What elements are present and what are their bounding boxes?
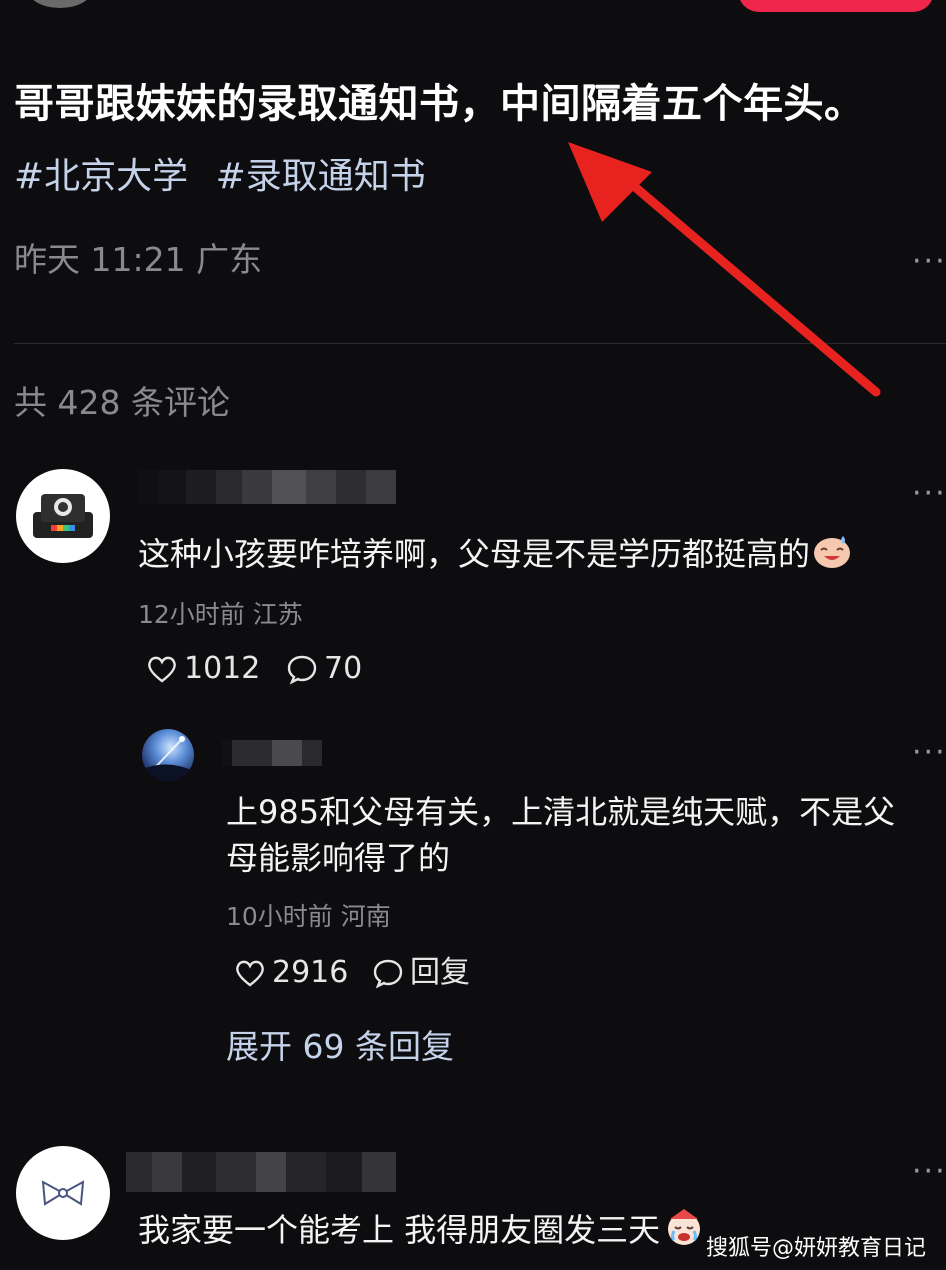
- post-title: 哥哥跟妹妹的录取通知书，中间隔着五个年头。: [14, 81, 865, 127]
- comment-bubble-icon: [373, 959, 403, 989]
- reply-button[interactable]: 70: [286, 649, 362, 689]
- reply-like-count: 2916: [272, 955, 349, 990]
- comment-text-content: 这种小孩要咋培养啊，父母是不是学历都挺高的: [138, 535, 811, 573]
- reply-to-reply-button[interactable]: 回复: [372, 953, 470, 993]
- commenter-avatar-2[interactable]: [16, 1146, 110, 1240]
- hashtag-admission-letter[interactable]: #录取通知书: [216, 156, 426, 197]
- comment-bubble-icon: [287, 655, 317, 685]
- like-count: 1012: [184, 651, 261, 686]
- like-button[interactable]: 1012: [146, 649, 260, 689]
- author-avatar[interactable]: [28, 0, 92, 8]
- polaroid-camera-icon: [33, 494, 93, 538]
- post-more-button[interactable]: ···: [912, 247, 946, 277]
- hashtag-list: #北京大学 #录取通知书: [14, 150, 442, 204]
- reply-text-line2: 母能影响得了的: [226, 839, 451, 877]
- night-sky-meteor-icon: [142, 736, 194, 781]
- comment-time-location: 12小时前 江苏: [138, 600, 303, 629]
- comment-text-content-2: 我家要一个能考上 我得朋友圈发三天: [138, 1211, 661, 1249]
- comment-text: 这种小孩要咋培养啊，父母是不是学历都挺高的: [138, 528, 852, 580]
- commenter-name-blurred-2: [126, 1152, 396, 1192]
- heart-icon: [236, 960, 264, 987]
- reply-text-line1: 上985和父母有关，上清北就是纯天赋，不是父: [226, 793, 896, 831]
- reply-more-button[interactable]: ···: [912, 738, 946, 768]
- post-time-location: 昨天 11:21 广东: [14, 240, 263, 279]
- reply-avatar[interactable]: [142, 729, 194, 781]
- heart-icon: [148, 656, 176, 683]
- sweat-smile-emoji-icon: [814, 536, 851, 568]
- expand-replies-link[interactable]: 展开 69 条回复: [226, 1022, 454, 1072]
- watermark: 搜狐号@妍妍教育日记: [705, 1236, 926, 1261]
- reply-time-location: 10小时前 河南: [226, 902, 391, 931]
- commenter-name-blurred: [138, 470, 396, 504]
- reply-count: 70: [324, 651, 363, 686]
- reply-label: 回复: [410, 955, 470, 990]
- bow-tie-icon: [41, 1180, 85, 1206]
- comment-text-2: 我家要一个能考上 我得朋友圈发三天: [138, 1204, 704, 1256]
- crying-clown-emoji-icon: [668, 1209, 701, 1245]
- comment-more-button[interactable]: ···: [912, 479, 946, 509]
- reply-like-button[interactable]: 2916: [234, 953, 348, 993]
- follow-button[interactable]: [738, 0, 934, 12]
- hashtag-beijing-university[interactable]: #北京大学: [14, 156, 188, 197]
- comment-more-button-2[interactable]: ···: [912, 1157, 946, 1187]
- red-arrow-icon: [568, 142, 881, 397]
- commenter-avatar[interactable]: [16, 469, 110, 563]
- comments-count: 共 428 条评论: [14, 383, 230, 422]
- reply-name-blurred: [222, 740, 322, 766]
